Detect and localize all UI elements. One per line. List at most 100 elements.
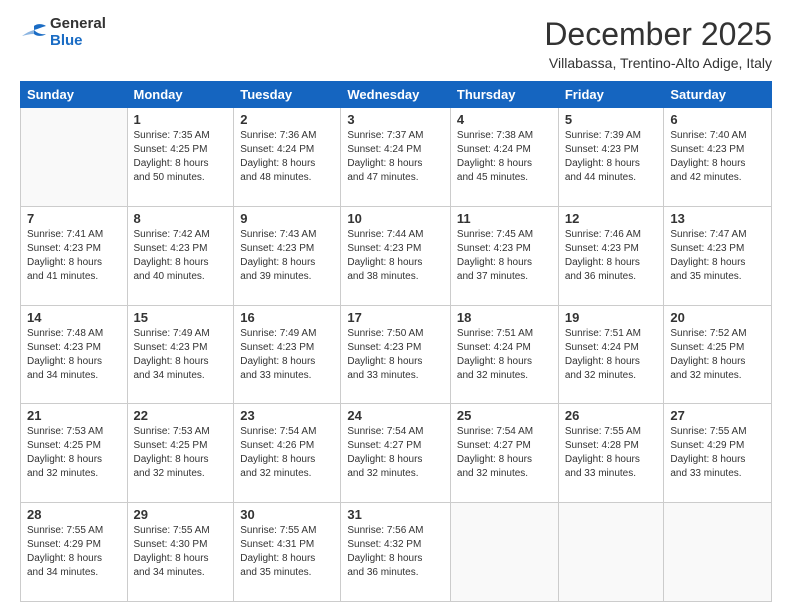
day-number: 4 — [457, 112, 552, 127]
calendar-table: SundayMondayTuesdayWednesdayThursdayFrid… — [20, 81, 772, 602]
calendar-cell — [558, 503, 664, 602]
calendar-cell: 28 Sunrise: 7:55 AMSunset: 4:29 PMDayligh… — [21, 503, 128, 602]
calendar-cell: 27 Sunrise: 7:55 AMSunset: 4:29 PMDayligh… — [664, 404, 772, 503]
calendar-header-thursday: Thursday — [450, 82, 558, 108]
page: General Blue December 2025 Villabassa, T… — [0, 0, 792, 612]
day-number: 28 — [27, 507, 121, 522]
day-info: Sunrise: 7:42 AMSunset: 4:23 PMDaylight:… — [134, 228, 228, 284]
calendar-cell: 24 Sunrise: 7:54 AMSunset: 4:27 PMDayligh… — [341, 404, 451, 503]
day-info: Sunrise: 7:55 AMSunset: 4:28 PMDaylight:… — [565, 425, 658, 481]
day-number: 18 — [457, 310, 552, 325]
calendar-cell — [664, 503, 772, 602]
day-info: Sunrise: 7:53 AMSunset: 4:25 PMDaylight:… — [27, 425, 121, 481]
day-info: Sunrise: 7:37 AMSunset: 4:24 PMDaylight:… — [347, 129, 444, 185]
day-info: Sunrise: 7:36 AMSunset: 4:24 PMDaylight:… — [240, 129, 334, 185]
calendar-cell: 30Sunrise: 7:55 AMSunset: 4:31 PMDayligh… — [234, 503, 341, 602]
day-number: 26 — [565, 408, 658, 423]
calendar-cell: 22Sunrise: 7:53 AMSunset: 4:25 PMDayligh… — [127, 404, 234, 503]
day-info: Sunrise: 7:40 AMSunset: 4:23 PMDaylight:… — [670, 129, 765, 185]
day-info: Sunrise: 7:55 AMSunset: 4:29 PMDaylight:… — [670, 425, 765, 481]
calendar-header-monday: Monday — [127, 82, 234, 108]
day-number: 3 — [347, 112, 444, 127]
day-number: 16 — [240, 310, 334, 325]
day-info: Sunrise: 7:51 AMSunset: 4:24 PMDaylight:… — [565, 327, 658, 383]
day-number: 10 — [347, 211, 444, 226]
day-number: 7 — [27, 211, 121, 226]
location: Villabassa, Trentino-Alto Adige, Italy — [544, 55, 772, 71]
calendar-header-row: SundayMondayTuesdayWednesdayThursdayFrid… — [21, 82, 772, 108]
calendar-cell: 11Sunrise: 7:45 AMSunset: 4:23 PMDayligh… — [450, 206, 558, 305]
calendar-cell: 19 Sunrise: 7:51 AMSunset: 4:24 PMDayligh… — [558, 305, 664, 404]
day-number: 19 — [565, 310, 658, 325]
day-number: 21 — [27, 408, 121, 423]
day-number: 12 — [565, 211, 658, 226]
day-number: 14 — [27, 310, 121, 325]
calendar-cell: 9 Sunrise: 7:43 AMSunset: 4:23 PMDaylight… — [234, 206, 341, 305]
calendar-cell: 23Sunrise: 7:54 AMSunset: 4:26 PMDayligh… — [234, 404, 341, 503]
day-number: 27 — [670, 408, 765, 423]
calendar-cell: 17Sunrise: 7:50 AMSunset: 4:23 PMDayligh… — [341, 305, 451, 404]
calendar-cell: 26 Sunrise: 7:55 AMSunset: 4:28 PMDayligh… — [558, 404, 664, 503]
calendar-cell: 21 Sunrise: 7:53 AMSunset: 4:25 PMDayligh… — [21, 404, 128, 503]
calendar-cell: 10 Sunrise: 7:44 AMSunset: 4:23 PMDayligh… — [341, 206, 451, 305]
calendar-cell: 13Sunrise: 7:47 AMSunset: 4:23 PMDayligh… — [664, 206, 772, 305]
day-number: 29 — [134, 507, 228, 522]
calendar-cell — [450, 503, 558, 602]
day-number: 9 — [240, 211, 334, 226]
day-info: Sunrise: 7:44 AMSunset: 4:23 PMDaylight:… — [347, 228, 444, 284]
day-number: 5 — [565, 112, 658, 127]
day-number: 6 — [670, 112, 765, 127]
calendar-cell: 4Sunrise: 7:38 AMSunset: 4:24 PMDaylight… — [450, 108, 558, 207]
day-info: Sunrise: 7:39 AMSunset: 4:23 PMDaylight:… — [565, 129, 658, 185]
calendar-week-3: 21 Sunrise: 7:53 AMSunset: 4:25 PMDayligh… — [21, 404, 772, 503]
calendar-cell — [21, 108, 128, 207]
logo-blue-text: Blue — [50, 33, 106, 50]
day-info: Sunrise: 7:41 AMSunset: 4:23 PMDaylight:… — [27, 228, 121, 284]
calendar-cell: 5 Sunrise: 7:39 AMSunset: 4:23 PMDaylight… — [558, 108, 664, 207]
day-number: 2 — [240, 112, 334, 127]
calendar-cell: 1 Sunrise: 7:35 AMSunset: 4:25 PMDaylight… — [127, 108, 234, 207]
day-info: Sunrise: 7:35 AMSunset: 4:25 PMDaylight:… — [134, 129, 228, 185]
calendar-week-0: 1 Sunrise: 7:35 AMSunset: 4:25 PMDaylight… — [21, 108, 772, 207]
day-number: 13 — [670, 211, 765, 226]
day-info: Sunrise: 7:46 AMSunset: 4:23 PMDaylight:… — [565, 228, 658, 284]
title-section: December 2025 Villabassa, Trentino-Alto … — [544, 16, 772, 71]
day-info: Sunrise: 7:55 AMSunset: 4:29 PMDaylight:… — [27, 524, 121, 580]
calendar-header-wednesday: Wednesday — [341, 82, 451, 108]
calendar-cell: 7 Sunrise: 7:41 AMSunset: 4:23 PMDaylight… — [21, 206, 128, 305]
calendar-cell: 18 Sunrise: 7:51 AMSunset: 4:24 PMDayligh… — [450, 305, 558, 404]
day-info: Sunrise: 7:49 AMSunset: 4:23 PMDaylight:… — [240, 327, 334, 383]
day-info: Sunrise: 7:56 AMSunset: 4:32 PMDaylight:… — [347, 524, 444, 580]
calendar-cell: 25Sunrise: 7:54 AMSunset: 4:27 PMDayligh… — [450, 404, 558, 503]
day-number: 24 — [347, 408, 444, 423]
calendar-week-4: 28 Sunrise: 7:55 AMSunset: 4:29 PMDayligh… — [21, 503, 772, 602]
calendar-cell: 20Sunrise: 7:52 AMSunset: 4:25 PMDayligh… — [664, 305, 772, 404]
day-number: 15 — [134, 310, 228, 325]
calendar-week-1: 7 Sunrise: 7:41 AMSunset: 4:23 PMDaylight… — [21, 206, 772, 305]
calendar-cell: 16 Sunrise: 7:49 AMSunset: 4:23 PMDayligh… — [234, 305, 341, 404]
month-title: December 2025 — [544, 16, 772, 53]
day-info: Sunrise: 7:50 AMSunset: 4:23 PMDaylight:… — [347, 327, 444, 383]
day-info: Sunrise: 7:55 AMSunset: 4:31 PMDaylight:… — [240, 524, 334, 580]
day-info: Sunrise: 7:54 AMSunset: 4:27 PMDaylight:… — [347, 425, 444, 481]
day-info: Sunrise: 7:45 AMSunset: 4:23 PMDaylight:… — [457, 228, 552, 284]
logo: General Blue — [20, 16, 106, 49]
calendar-cell: 14 Sunrise: 7:48 AMSunset: 4:23 PMDayligh… — [21, 305, 128, 404]
calendar-cell: 3 Sunrise: 7:37 AMSunset: 4:24 PMDaylight… — [341, 108, 451, 207]
day-number: 31 — [347, 507, 444, 522]
day-info: Sunrise: 7:43 AMSunset: 4:23 PMDaylight:… — [240, 228, 334, 284]
day-number: 1 — [134, 112, 228, 127]
day-info: Sunrise: 7:48 AMSunset: 4:23 PMDaylight:… — [27, 327, 121, 383]
day-info: Sunrise: 7:53 AMSunset: 4:25 PMDaylight:… — [134, 425, 228, 481]
day-info: Sunrise: 7:55 AMSunset: 4:30 PMDaylight:… — [134, 524, 228, 580]
day-info: Sunrise: 7:49 AMSunset: 4:23 PMDaylight:… — [134, 327, 228, 383]
calendar-cell: 6 Sunrise: 7:40 AMSunset: 4:23 PMDaylight… — [664, 108, 772, 207]
day-number: 20 — [670, 310, 765, 325]
logo-text-wrapper: General Blue — [50, 16, 106, 49]
day-info: Sunrise: 7:51 AMSunset: 4:24 PMDaylight:… — [457, 327, 552, 383]
calendar-header-saturday: Saturday — [664, 82, 772, 108]
calendar-cell: 15 Sunrise: 7:49 AMSunset: 4:23 PMDayligh… — [127, 305, 234, 404]
calendar-cell: 8Sunrise: 7:42 AMSunset: 4:23 PMDaylight… — [127, 206, 234, 305]
calendar-cell: 31 Sunrise: 7:56 AMSunset: 4:32 PMDayligh… — [341, 503, 451, 602]
calendar-header-sunday: Sunday — [21, 82, 128, 108]
